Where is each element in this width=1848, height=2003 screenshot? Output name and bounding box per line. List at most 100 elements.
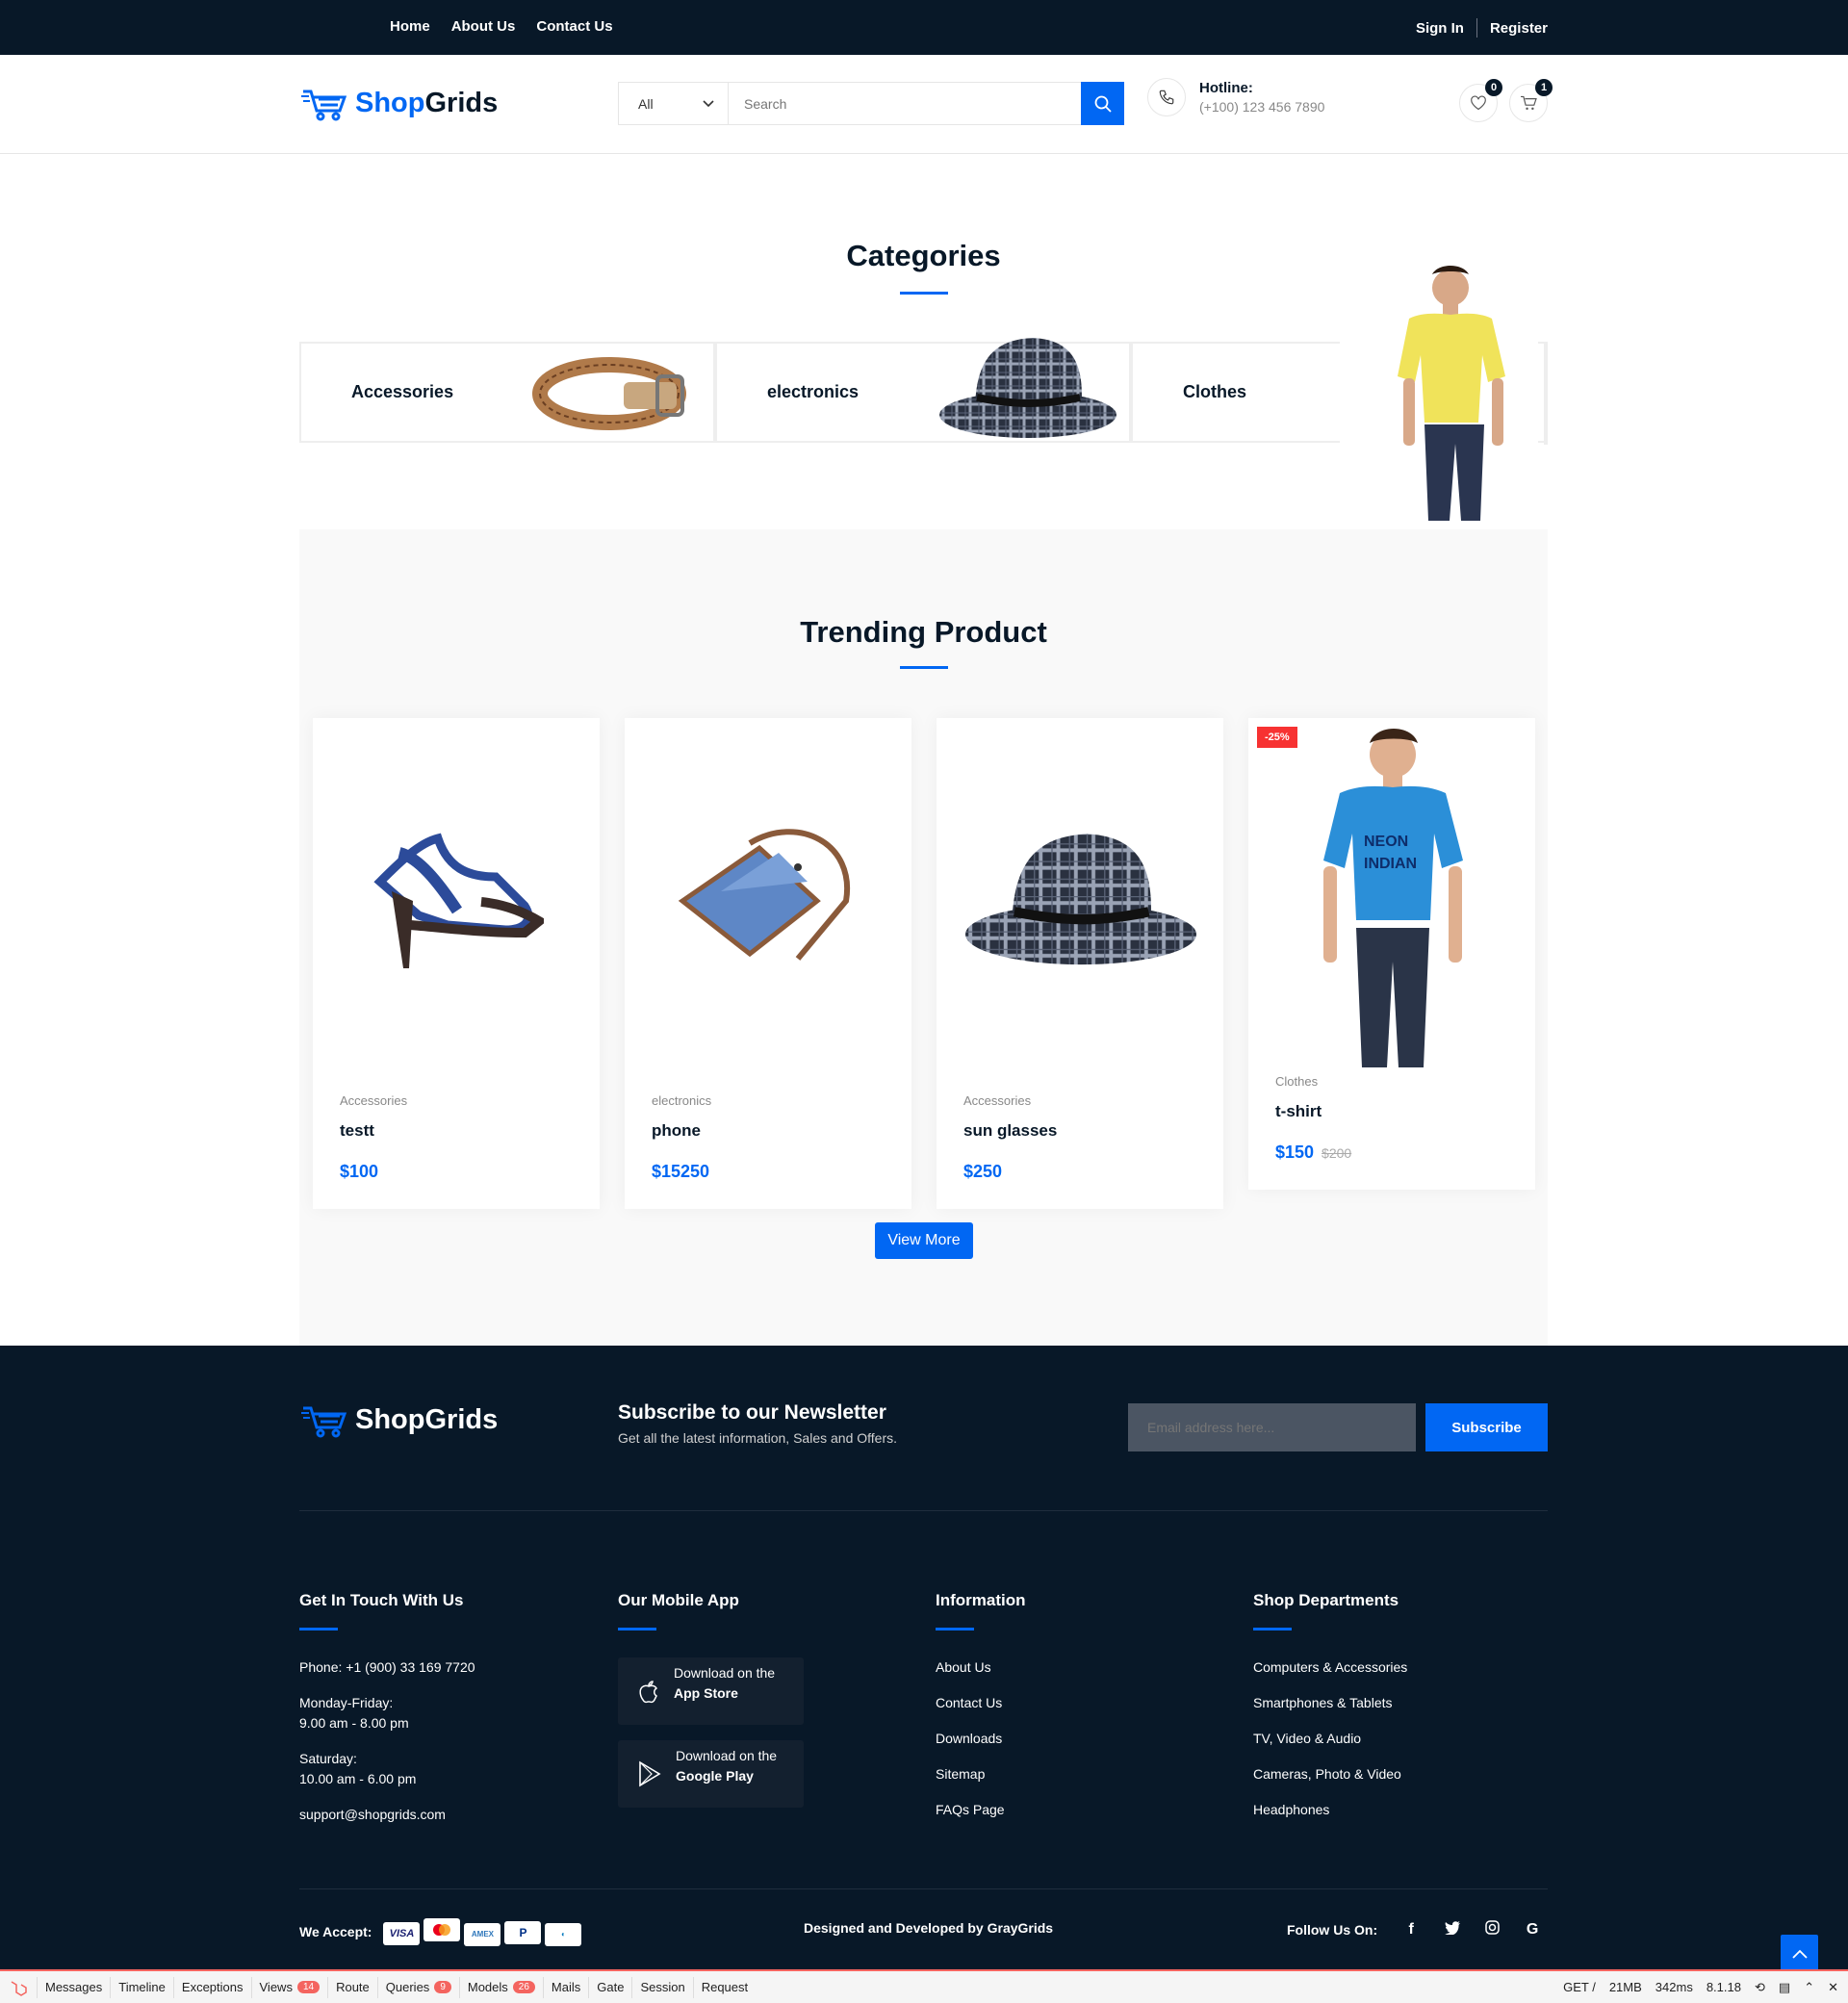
folder-icon[interactable]: ▤ xyxy=(1779,1980,1790,1995)
wishlist-button[interactable]: 0 xyxy=(1459,79,1502,122)
product-category: electronics xyxy=(652,1093,712,1108)
payment-methods: We Accept: VISA AMEX P ◐ xyxy=(299,1918,585,1946)
category-select-value: All xyxy=(638,95,654,112)
auth-links: Sign In Register xyxy=(1416,18,1548,38)
footer-link[interactable]: Computers & Accessories xyxy=(1253,1657,1407,1678)
product-name[interactable]: phone xyxy=(652,1121,885,1141)
logo[interactable]: ShopGrids xyxy=(301,84,498,122)
debug-tab-messages[interactable]: Messages xyxy=(38,1976,112,1998)
footer-logo-text: ShopGrids xyxy=(355,1403,499,1435)
diners-icon: ◐ xyxy=(545,1922,582,1946)
category-select[interactable]: All xyxy=(619,83,729,124)
debug-tab-exceptions[interactable]: Exceptions xyxy=(174,1976,252,1998)
instagram-icon[interactable] xyxy=(1485,1920,1500,1939)
product-name[interactable]: sun glasses xyxy=(963,1121,1196,1141)
product-card[interactable]: NEON INDIAN -25% Clothes t-shirt $150 $20… xyxy=(1248,718,1535,1190)
register-link[interactable]: Register xyxy=(1490,20,1548,37)
debug-tab-queries[interactable]: Queries 9 xyxy=(378,1976,460,1998)
category-card-electronics[interactable]: electronics xyxy=(715,338,1131,443)
bag-image xyxy=(678,829,851,961)
nav-about[interactable]: About Us xyxy=(451,18,516,35)
contact-phone: Phone: +1 (900) 33 169 7720 xyxy=(299,1659,475,1675)
cart-button[interactable]: 1 xyxy=(1509,79,1553,122)
hat-image xyxy=(965,834,1196,965)
hotline-number: (+100) 123 456 7890 xyxy=(1199,99,1325,115)
logo-text-grids: Grids xyxy=(424,87,499,118)
hotline: Hotline: (+100) 123 456 7890 xyxy=(1147,78,1324,116)
newsletter-subtitle: Get all the latest information, Sales an… xyxy=(618,1430,898,1446)
debug-tab-models[interactable]: Models 26 xyxy=(460,1976,544,1998)
email-input[interactable] xyxy=(1128,1403,1416,1451)
price-old: $200 xyxy=(1322,1145,1352,1161)
phone-icon xyxy=(1147,78,1186,116)
we-accept-label: We Accept: xyxy=(299,1924,372,1940)
footer-link[interactable]: About Us xyxy=(936,1657,1026,1678)
category-label: electronics xyxy=(767,382,860,401)
footer-link[interactable]: Smartphones & Tablets xyxy=(1253,1693,1407,1713)
cart-count: 1 xyxy=(1535,79,1553,96)
debug-tab-gate[interactable]: Gate xyxy=(589,1976,633,1998)
footer-link[interactable]: Downloads xyxy=(936,1729,1026,1749)
category-card-accessories[interactable]: Accessories xyxy=(299,342,715,443)
facebook-icon[interactable]: f xyxy=(1404,1921,1418,1939)
chevron-up-icon[interactable]: ⌃ xyxy=(1804,1980,1814,1995)
debug-tab-mails[interactable]: Mails xyxy=(544,1976,590,1998)
divider xyxy=(299,1510,1548,1511)
category-label: Clothes xyxy=(1183,382,1247,401)
google-icon[interactable]: G xyxy=(1526,1921,1539,1939)
footer-link[interactable]: FAQs Page xyxy=(936,1800,1026,1820)
sandal-image xyxy=(373,833,544,968)
product-card[interactable]: Accessories testt $100 xyxy=(313,718,600,1209)
close-icon[interactable]: ✕ xyxy=(1828,1980,1838,1995)
cart-icon xyxy=(1521,95,1537,111)
footer-link[interactable]: Sitemap xyxy=(936,1764,1026,1785)
footer-logo[interactable]: ShopGrids xyxy=(301,1400,498,1439)
debug-bar: Messages Timeline Exceptions Views 14 Rou… xyxy=(0,1969,1848,2003)
debug-tab-views[interactable]: Views 14 xyxy=(252,1976,329,1998)
footer-link[interactable]: Headphones xyxy=(1253,1800,1407,1820)
product-name[interactable]: testt xyxy=(340,1121,573,1141)
play-store-icon xyxy=(639,1760,661,1787)
nav-home[interactable]: Home xyxy=(390,18,430,35)
google-play-button[interactable]: Download on the Google Play xyxy=(618,1740,804,1808)
designed-by: Designed and Developed by GrayGrids xyxy=(804,1920,1054,1936)
nav-contact[interactable]: Contact Us xyxy=(536,18,612,35)
scroll-to-top-button[interactable] xyxy=(1781,1935,1818,1972)
count-badge: 14 xyxy=(296,1981,321,1993)
footer-link[interactable]: Contact Us xyxy=(936,1693,1026,1713)
product-price: $150 $200 xyxy=(1275,1143,1508,1163)
divider xyxy=(1476,18,1477,38)
footer-link[interactable]: Cameras, Photo & Video xyxy=(1253,1764,1407,1785)
sign-in-link[interactable]: Sign In xyxy=(1416,20,1464,37)
sale-badge: -25% xyxy=(1257,727,1297,748)
product-name[interactable]: t-shirt xyxy=(1275,1102,1508,1121)
twitter-icon[interactable] xyxy=(1445,1920,1461,1939)
hours-label: Saturday: xyxy=(299,1751,357,1766)
product-category: Accessories xyxy=(340,1093,408,1108)
debug-stats: GET / 21MB 342ms 8.1.18 ⟲ ▤ ⌃ ✕ xyxy=(1563,1980,1838,1995)
laravel-logo-icon[interactable] xyxy=(0,1976,38,1998)
contact-email[interactable]: support@shopgrids.com xyxy=(299,1805,475,1825)
footer-link[interactable]: TV, Video & Audio xyxy=(1253,1729,1407,1749)
product-price: $250 xyxy=(963,1162,1003,1181)
debug-tab-request[interactable]: Request xyxy=(694,1977,756,1998)
request-method[interactable]: GET / xyxy=(1563,1980,1596,1994)
header: ShopGrids All Hotline: (+100) 123 456 78… xyxy=(0,55,1848,154)
product-card[interactable]: Accessories sun glasses $250 xyxy=(937,718,1223,1209)
search-button[interactable] xyxy=(1081,82,1124,125)
subscribe-button[interactable]: Subscribe xyxy=(1425,1403,1548,1451)
debug-tab-timeline[interactable]: Timeline xyxy=(111,1976,174,1998)
app-store-button[interactable]: Download on the App Store xyxy=(618,1657,804,1725)
history-icon[interactable]: ⟲ xyxy=(1755,1980,1765,1995)
search-input[interactable] xyxy=(729,83,1081,124)
information-column: Information About Us Contact Us Download… xyxy=(936,1591,1026,1836)
view-more-button[interactable]: View More xyxy=(875,1222,973,1259)
logo-text-shop: Shop xyxy=(355,87,425,118)
request-time: 342ms xyxy=(1655,1980,1693,1994)
product-price: $15250 xyxy=(652,1162,710,1181)
product-category: Clothes xyxy=(1275,1074,1319,1089)
debug-tab-session[interactable]: Session xyxy=(632,1976,694,1998)
paypal-icon: P xyxy=(504,1921,542,1944)
product-card[interactable]: electronics phone $15250 xyxy=(625,718,911,1209)
debug-tab-route[interactable]: Route xyxy=(328,1976,378,1998)
